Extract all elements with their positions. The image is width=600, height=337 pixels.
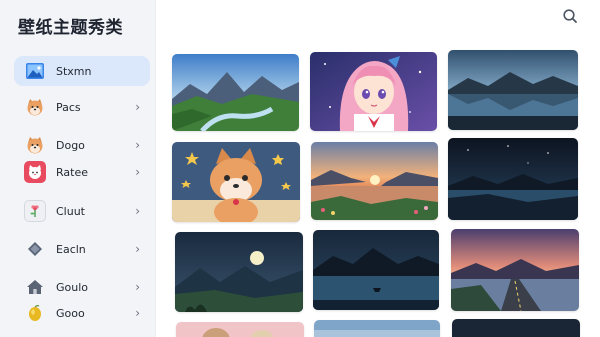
app-title: 壁纸主题秀类 <box>18 18 123 38</box>
sidebar-item-label: Eacln <box>56 242 86 256</box>
sidebar-item-label: Dogo <box>56 138 85 152</box>
wallpaper-sunset-road-lake[interactable] <box>451 229 579 311</box>
sidebar-item-label: Stxmn <box>56 64 92 78</box>
chevron-right-icon: › <box>135 165 140 179</box>
wallpaper-mountain-river-valley[interactable] <box>172 54 299 131</box>
sidebar: 壁纸主题秀类 Stxmn Pacs › Dogo › Ratee › Cluut… <box>0 0 156 337</box>
wallpaper-moonlit-valley[interactable] <box>175 232 303 312</box>
wallpaper-sunset-lake-flowers[interactable] <box>311 142 438 220</box>
wallpaper-shiba-dog-stars[interactable] <box>172 142 300 222</box>
chevron-right-icon: › <box>135 204 140 218</box>
shiba-dog-icon <box>24 96 46 118</box>
chevron-right-icon: › <box>135 100 140 114</box>
search-icon <box>562 8 578 28</box>
sidebar-item-ratee[interactable]: Ratee › <box>14 157 150 187</box>
search-button[interactable] <box>560 8 580 28</box>
sidebar-item-dogo[interactable]: Dogo › <box>14 130 150 160</box>
house-icon <box>24 276 46 298</box>
wallpaper-partial-cat-pink[interactable] <box>176 322 304 337</box>
wallpaper-partial-blue-sky[interactable] <box>314 320 440 337</box>
sidebar-item-cluut[interactable]: Cluut › <box>14 196 150 226</box>
wallpaper-night-lake-boat[interactable] <box>313 230 439 310</box>
sidebar-item-label: Pacs <box>56 100 81 114</box>
wallpaper-partial-night[interactable] <box>452 319 580 337</box>
gem-icon <box>24 238 46 260</box>
sidebar-item-label: Gooo <box>56 306 85 320</box>
shiba-dog-icon <box>24 134 46 156</box>
sidebar-item-label: Cluut <box>56 204 85 218</box>
sidebar-item-label: Goulo <box>56 280 89 294</box>
wallpaper-lake-reflection-dusk[interactable] <box>448 50 578 130</box>
chevron-right-icon: › <box>135 306 140 320</box>
chevron-right-icon: › <box>135 280 140 294</box>
sidebar-item-pacs[interactable]: Pacs › <box>14 92 150 122</box>
chevron-right-icon: › <box>135 138 140 152</box>
cat-face-icon <box>24 161 46 183</box>
lemon-icon <box>24 302 46 324</box>
wallpaper-night-lake-mountains[interactable] <box>448 138 578 220</box>
sidebar-item-stxmn[interactable]: Stxmn <box>14 56 150 86</box>
wallpaper-anime-girl-pink-hair[interactable] <box>310 52 437 131</box>
flower-icon <box>24 200 46 222</box>
sidebar-item-gooo[interactable]: Gooo › <box>14 298 150 328</box>
landscape-photo-icon <box>24 60 46 82</box>
app-window: 壁纸主题秀类 Stxmn Pacs › Dogo › Ratee › Cluut… <box>0 0 600 337</box>
sidebar-item-eacln[interactable]: Eacln › <box>14 234 150 264</box>
sidebar-item-label: Ratee <box>56 165 88 179</box>
chevron-right-icon: › <box>135 242 140 256</box>
